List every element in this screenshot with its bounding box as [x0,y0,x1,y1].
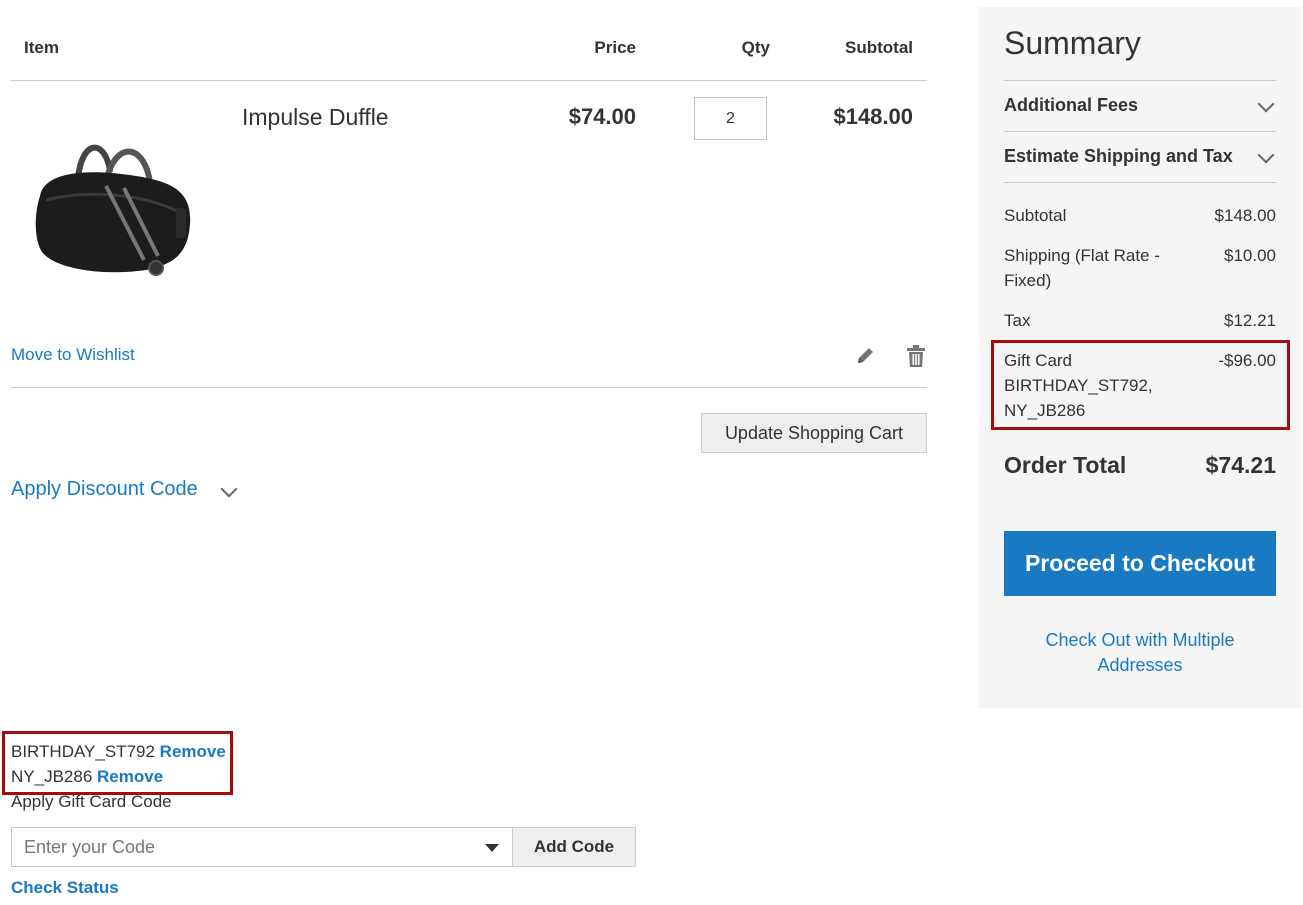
add-code-button[interactable]: Add Code [512,827,636,867]
tax-label: Tax [1004,311,1031,330]
applied-gift-card-2: NY_JB286 Remove [11,767,163,787]
product-name[interactable]: Impulse Duffle [242,104,389,131]
table-header-divider [11,80,927,81]
gift-card-value: -$96.00 [1218,351,1276,370]
column-header-item: Item [24,38,59,57]
checkout-multiple-addresses-link[interactable]: Check Out with Multiple Addresses [1004,628,1276,678]
gift-card-code-select[interactable]: Enter your Code [11,827,513,867]
order-total-label: Order Total [1004,452,1127,478]
update-cart-button[interactable]: Update Shopping Cart [701,413,927,453]
shipping-label: Shipping (Flat Rate - [1004,246,1160,265]
dropdown-arrow-icon[interactable] [484,843,500,853]
order-total-value: $74.21 [1205,452,1276,478]
multi-address-line-2[interactable]: Addresses [1004,653,1276,678]
product-image[interactable] [26,130,198,280]
gift-card-code: BIRTHDAY_ST792 [11,742,155,761]
estimate-shipping-toggle[interactable]: Estimate Shipping and Tax [1004,146,1233,167]
apply-gift-card-label: Apply Gift Card Code [11,792,172,811]
trash-icon[interactable] [905,344,927,368]
move-to-wishlist-link[interactable]: Move to Wishlist [11,345,135,365]
gift-card-label: Gift Card [1004,351,1073,370]
remove-gift-card-button[interactable]: Remove [160,742,226,761]
column-header-qty: Qty [741,38,770,57]
item-divider [11,387,927,388]
chevron-down-icon[interactable] [1257,146,1275,164]
shipping-value: $10.00 [1224,246,1276,265]
chevron-down-icon[interactable] [220,480,238,498]
item-price: $74.00 [568,104,636,129]
multi-address-line-1[interactable]: Check Out with Multiple [1004,628,1276,653]
item-subtotal: $148.00 [833,104,913,129]
apply-discount-toggle[interactable]: Apply Discount Code [11,478,198,501]
gift-card-code: NY_JB286 [11,767,93,786]
tax-value: $12.21 [1224,311,1276,330]
summary-title: Summary [1004,25,1141,61]
subtotal-value: $148.00 [1214,206,1276,225]
summary-divider [1004,182,1276,183]
column-header-price: Price [594,38,636,57]
remove-gift-card-button[interactable]: Remove [97,767,163,786]
check-status-link[interactable]: Check Status [11,878,119,898]
order-summary-panel: Summary Additional Fees Estimate Shippin… [979,7,1301,708]
column-header-subtotal: Subtotal [845,38,913,57]
subtotal-label: Subtotal [1004,206,1067,225]
applied-gift-card-1: BIRTHDAY_ST792 Remove [11,742,226,762]
gift-card-codes-cont: NY_JB286 [1004,401,1086,420]
qty-input[interactable]: 2 [694,97,767,140]
proceed-to-checkout-button[interactable]: Proceed to Checkout [1004,531,1276,596]
additional-fees-toggle[interactable]: Additional Fees [1004,95,1138,116]
chevron-down-icon[interactable] [1257,95,1275,113]
shipping-label-cont: Fixed) [1004,271,1052,290]
gift-card-codes: BIRTHDAY_ST792, [1004,376,1153,395]
summary-divider [1004,131,1276,132]
pencil-icon[interactable] [854,345,876,367]
summary-divider [1004,80,1276,81]
gift-card-code-placeholder: Enter your Code [24,837,156,857]
